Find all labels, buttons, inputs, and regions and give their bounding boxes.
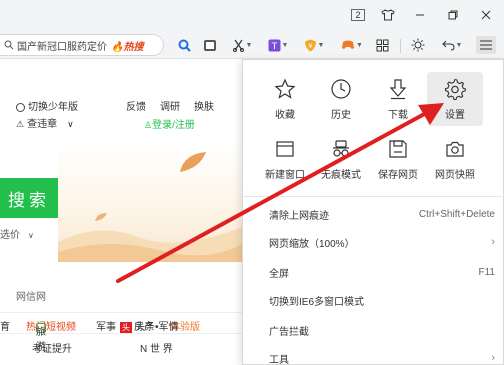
warning-icon: ⚠ [16, 119, 25, 129]
exam-link[interactable]: 考证提升 [32, 340, 72, 355]
search-go-icon[interactable] [176, 36, 192, 54]
camera-icon [446, 141, 464, 157]
history-button[interactable]: 历史 [313, 72, 369, 126]
search-query: 国产新冠口服药定价 [17, 41, 107, 53]
translate-icon[interactable]: T ▼ [266, 36, 290, 54]
survey-link[interactable]: 调研 [160, 98, 180, 113]
apps-grid-icon[interactable] [374, 36, 390, 54]
menu-item-ie6-mode[interactable]: 切换到IE6多窗口模式 [243, 286, 504, 314]
leaf-icon [95, 213, 107, 221]
toolbar: 国产新冠口服药定价 🔥热搜 ▼ T ▼ ¥ ▼ ▼ ▼ [0, 31, 504, 59]
shirt-icon[interactable] [378, 6, 398, 24]
save-page-button[interactable]: 保存网页 [370, 132, 426, 186]
chevron-right-icon: › [491, 352, 495, 364]
menu-item-ad-block[interactable]: 广告拦截 [243, 316, 504, 344]
incognito-button[interactable]: 无痕模式 [313, 132, 369, 186]
shortcut-label: F11 [478, 266, 496, 278]
undo-close-icon[interactable]: ▼ [440, 36, 464, 54]
user-icon: ♙ [144, 120, 153, 130]
game-icon[interactable]: ▼ [340, 36, 364, 54]
shortcut-label: Ctrl+Shift+Delete [418, 208, 495, 220]
reader-icon[interactable] [202, 36, 218, 54]
child-icon [16, 102, 25, 112]
violation-check-link[interactable]: ⚠ 查违章 ∨ [16, 115, 74, 130]
new-window-button[interactable]: 新建窗口 [257, 132, 313, 186]
search-icon [4, 40, 14, 50]
svg-text:T: T [270, 42, 277, 52]
menu-item-fullscreen[interactable]: 全屏 F11 [243, 258, 504, 286]
headline-icon: 头 [120, 322, 132, 333]
shield-icon[interactable]: ¥ ▼ [302, 36, 326, 54]
chevron-down-icon: ∨ [28, 231, 34, 240]
close-button[interactable] [476, 6, 496, 24]
chevron-down-icon: ∨ [67, 119, 74, 129]
world-link[interactable]: N 世 界 [140, 340, 173, 355]
search-button[interactable]: 搜索 [0, 178, 58, 218]
login-link[interactable]: ♙登录/注册 [144, 116, 195, 131]
toolbar-divider [400, 39, 401, 53]
tab-count-badge[interactable]: 2 [348, 6, 368, 24]
clock-icon [331, 79, 351, 99]
leaf-icon [180, 152, 206, 172]
main-menu-dropdown: 收藏 历史 下载 设置 新建窗口 无痕模式 保存网页 网页快照 清除上网痕迹 C… [242, 59, 504, 365]
svg-text:¥: ¥ [308, 42, 313, 50]
restore-button[interactable] [443, 6, 463, 24]
chevron-right-icon: › [491, 236, 495, 248]
settings-button[interactable]: 设置 [427, 72, 483, 126]
incognito-icon [333, 140, 349, 157]
snapshot-button[interactable]: 网页快照 [427, 132, 483, 186]
search-box[interactable]: 国产新冠口服药定价 🔥热搜 [0, 34, 164, 56]
download-icon [389, 79, 407, 100]
menu-item-tools[interactable]: 工具 › [243, 344, 504, 365]
screenshot-icon[interactable]: ▼ [230, 36, 254, 54]
hero-banner [58, 142, 242, 262]
save-page-icon [389, 140, 407, 158]
nav-item-1[interactable]: 育 [0, 318, 10, 333]
menu-item-clear-traces[interactable]: 清除上网痕迹 Ctrl+Shift+Delete [243, 200, 504, 228]
hint-text: 选价 ∨ [0, 230, 34, 241]
youth-mode-link[interactable]: 切换少年版 [16, 98, 78, 113]
hot-search-label[interactable]: 🔥热搜 [111, 38, 143, 53]
gear-icon [444, 78, 466, 100]
feedback-link[interactable]: 反馈 [126, 98, 146, 113]
new-window-icon [276, 141, 294, 157]
skin-link[interactable]: 换肤 [194, 98, 214, 113]
star-icon [274, 78, 296, 99]
title-bar: 2 [0, 0, 504, 31]
short-video-link[interactable]: 热门短视频 [26, 318, 76, 333]
menu-item-zoom[interactable]: 网页缩放（100%） › [243, 228, 504, 256]
brightness-icon[interactable] [410, 36, 426, 54]
net-label: 网信网 [16, 292, 46, 303]
favorites-button[interactable]: 收藏 [257, 72, 313, 126]
menu-icon[interactable] [476, 36, 496, 54]
download-button[interactable]: 下载 [370, 72, 426, 126]
minimize-button[interactable] [410, 6, 430, 24]
menu-divider [243, 196, 504, 197]
nav-item-military[interactable]: 军事 [96, 318, 116, 333]
headline-link[interactable]: 头头条•军情 [120, 318, 179, 333]
